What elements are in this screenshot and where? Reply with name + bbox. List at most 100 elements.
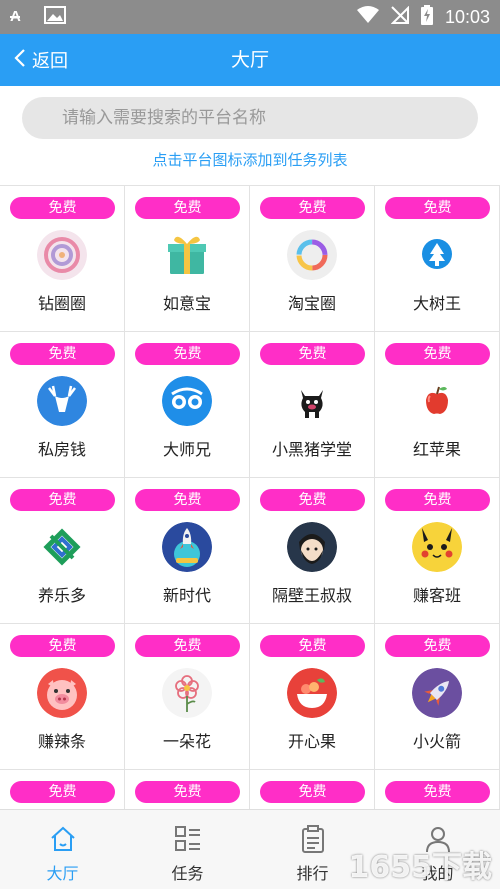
clipboard-icon (298, 824, 328, 854)
tab-label: 我的 (421, 864, 454, 883)
font-icon: A (10, 7, 30, 27)
free-badge: 免费 (135, 489, 240, 511)
fruit-bowl-icon (287, 668, 337, 718)
status-bar: A 10:03 (0, 0, 500, 34)
image-icon (44, 6, 66, 28)
free-badge: 免费 (385, 781, 490, 803)
platform-name: 小黑猪学堂 (271, 440, 352, 459)
page-title: 大厅 (230, 49, 269, 71)
free-badge: 免费 (10, 781, 115, 803)
swirl-icon (37, 230, 87, 280)
platform-name: 红苹果 (412, 440, 461, 459)
platform-name: 如意宝 (162, 294, 211, 313)
rocket-icon (412, 668, 462, 718)
hint-text: 点击平台图标添加到任务列表 (152, 151, 348, 169)
goggles-icon (162, 376, 212, 426)
platform-cell[interactable]: 免费 (125, 770, 250, 809)
gift-box-icon (162, 230, 212, 280)
platform-cell[interactable]: 免费 大师兄 (125, 332, 250, 478)
platform-name: 私房钱 (37, 440, 86, 459)
platform-name: 赚客班 (412, 586, 461, 605)
battery-charging-icon (420, 5, 433, 29)
user-icon (423, 824, 453, 854)
platform-cell[interactable]: 免费 如意宝 (125, 186, 250, 332)
free-badge: 免费 (10, 635, 115, 657)
free-badge: 免费 (385, 635, 490, 657)
task-list-icon (173, 824, 203, 854)
free-badge: 免费 (260, 489, 365, 511)
platform-cell[interactable]: 免费 隔壁王叔叔 (250, 478, 375, 624)
platform-grid: 免费 钻圈圈 免费 如意宝 免费 淘宝圈 免费 大树王 免费 私房钱 免费 大师… (0, 185, 500, 809)
tab-hall[interactable]: 大厅 (0, 810, 125, 889)
tab-label: 排行 (296, 864, 329, 883)
bottom-tab-bar: 大厅 任务 排行 我的 (0, 809, 500, 889)
nav-bar: 返回 大厅 (0, 34, 500, 86)
bearded-man-icon (287, 522, 337, 572)
platform-cell[interactable]: 免费 小黑猪学堂 (250, 332, 375, 478)
rocket-planet-icon (162, 522, 212, 572)
tree-icon (412, 230, 462, 280)
red-apple-icon (412, 376, 462, 426)
platform-cell[interactable]: 免费 淘宝圈 (250, 186, 375, 332)
platform-name: 淘宝圈 (287, 294, 336, 313)
free-badge: 免费 (135, 197, 240, 219)
rainbow-ring-icon (287, 230, 337, 280)
svg-text:A: A (10, 8, 21, 23)
free-badge: 免费 (385, 489, 490, 511)
platform-name: 开心果 (287, 732, 336, 751)
platform-cell[interactable]: 免费 (375, 770, 500, 809)
free-badge: 免费 (260, 781, 365, 803)
back-button[interactable]: 返回 (14, 34, 68, 86)
free-badge: 免费 (135, 781, 240, 803)
tab-label: 任务 (171, 864, 204, 883)
chevron-left-icon (14, 48, 26, 72)
platform-cell[interactable]: 免费 一朵花 (125, 624, 250, 770)
platform-cell[interactable]: 免费 开心果 (250, 624, 375, 770)
free-badge: 免费 (260, 197, 365, 219)
platform-cell[interactable]: 免费 大树王 (375, 186, 500, 332)
platform-name: 大树王 (412, 294, 461, 313)
platform-name: 大师兄 (162, 440, 211, 459)
deer-icon (37, 376, 87, 426)
status-time: 10:03 (444, 6, 490, 27)
platform-cell[interactable]: 免费 养乐多 (0, 478, 125, 624)
platform-name: 一朵花 (162, 732, 211, 751)
pig-face-icon (37, 668, 87, 718)
platform-cell[interactable]: 免费 (250, 770, 375, 809)
platform-name: 养乐多 (37, 586, 86, 605)
platform-name: 小火箭 (412, 732, 461, 751)
platform-cell[interactable]: 免费 赚辣条 (0, 624, 125, 770)
free-badge: 免费 (260, 635, 365, 657)
tab-label: 大厅 (46, 864, 79, 883)
flower-icon (162, 668, 212, 718)
free-badge: 免费 (10, 489, 115, 511)
free-badge: 免费 (135, 343, 240, 365)
free-badge: 免费 (385, 197, 490, 219)
search-bar[interactable] (22, 97, 478, 139)
wifi-icon (356, 6, 379, 28)
no-signal-icon (390, 5, 409, 28)
platform-cell[interactable]: 免费 新时代 (125, 478, 250, 624)
black-pig-icon (287, 376, 337, 426)
free-badge: 免费 (10, 343, 115, 365)
free-badge: 免费 (385, 343, 490, 365)
home-icon (48, 824, 78, 854)
tab-ranking[interactable]: 排行 (250, 810, 375, 889)
platform-cell[interactable]: 免费 私房钱 (0, 332, 125, 478)
tab-tasks[interactable]: 任务 (125, 810, 250, 889)
platform-name: 赚辣条 (37, 732, 86, 751)
back-label: 返回 (32, 51, 68, 72)
platform-cell[interactable]: 免费 小火箭 (375, 624, 500, 770)
tab-mine[interactable]: 我的 (375, 810, 500, 889)
platform-name: 新时代 (162, 586, 211, 605)
platform-name: 隔壁王叔叔 (271, 586, 352, 605)
platform-name: 钻圈圈 (37, 294, 86, 313)
platform-cell[interactable]: 免费 赚客班 (375, 478, 500, 624)
platform-cell[interactable]: 免费 (0, 770, 125, 809)
platform-cell[interactable]: 免费 红苹果 (375, 332, 500, 478)
pikachu-icon (412, 522, 462, 572)
free-badge: 免费 (135, 635, 240, 657)
search-input[interactable] (62, 108, 478, 128)
platform-cell[interactable]: 免费 钻圈圈 (0, 186, 125, 332)
free-badge: 免费 (260, 343, 365, 365)
